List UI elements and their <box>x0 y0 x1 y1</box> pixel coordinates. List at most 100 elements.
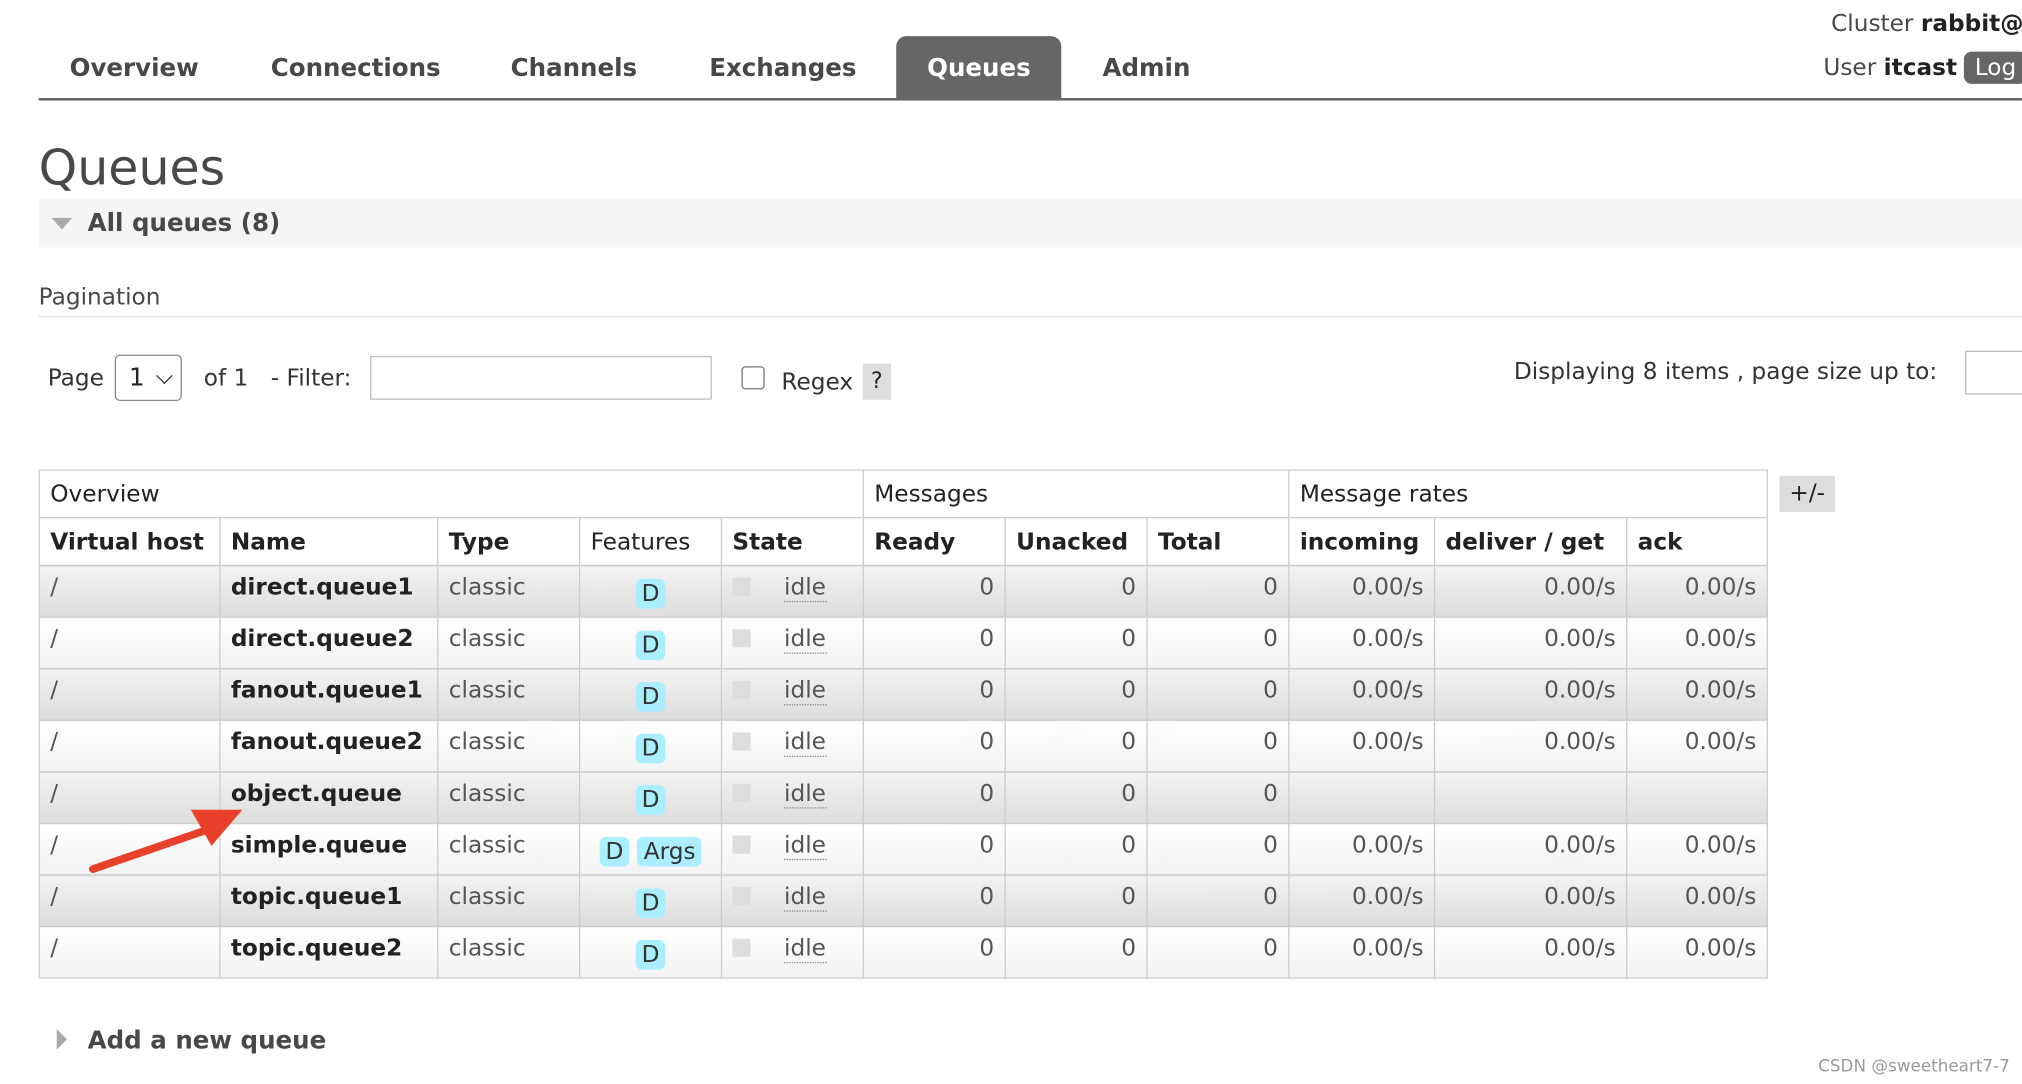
page-select[interactable]: 1 <box>114 354 182 402</box>
cell-ready: 0 <box>862 925 1006 979</box>
col-unacked[interactable]: Unacked <box>1004 517 1148 567</box>
cell-state: idle <box>720 925 864 979</box>
logout-button[interactable]: Log <box>1964 51 2022 84</box>
expand-triangle-icon <box>56 1029 68 1050</box>
cell-features: D <box>578 667 723 721</box>
col-ack[interactable]: ack <box>1626 517 1768 567</box>
cell-unacked: 0 <box>1004 822 1148 876</box>
state-text: idle <box>784 934 826 964</box>
cell-deliver-get: 0.00/s <box>1433 667 1628 721</box>
feature-badge-d: D <box>635 888 666 919</box>
cell-unacked: 0 <box>1004 667 1148 721</box>
red-arrow-annotation <box>88 809 243 873</box>
queues-table: Overview Messages Message rates Virtual … <box>38 469 1768 979</box>
cell-deliver-get: 0.00/s <box>1433 564 1628 618</box>
feature-badge-d: D <box>635 578 666 609</box>
tab-connections[interactable]: Connections <box>240 36 472 98</box>
cell-incoming: 0.00/s <box>1288 667 1436 721</box>
tab-channels[interactable]: Channels <box>480 36 668 98</box>
col-virtual-host[interactable]: Virtual host <box>38 517 221 567</box>
cell-deliver-get: 0.00/s <box>1433 719 1628 773</box>
cell-total: 0 <box>1146 564 1290 618</box>
cell-incoming: 0.00/s <box>1288 874 1436 928</box>
page-value: 1 <box>128 363 145 393</box>
state-text: idle <box>784 780 826 809</box>
cell-total: 0 <box>1146 667 1290 721</box>
cluster-info: Cluster rabbit@ <box>1831 10 2022 37</box>
col-ready[interactable]: Ready <box>862 517 1006 567</box>
tab-queues[interactable]: Queues <box>896 36 1062 99</box>
queue-name-link[interactable]: direct.queue1 <box>219 564 439 618</box>
filter-input[interactable] <box>370 355 712 400</box>
cell-unacked: 0 <box>1004 874 1148 928</box>
help-button[interactable]: ? <box>862 363 892 400</box>
regex-checkbox[interactable] <box>741 366 765 390</box>
queue-name-link[interactable]: direct.queue2 <box>219 616 439 670</box>
tab-exchanges[interactable]: Exchanges <box>678 36 887 98</box>
table-row: / direct.queue2 classic Didle 0 0 0 0.00/s 0.00/… <box>38 616 1768 670</box>
col-name[interactable]: Name <box>219 517 439 567</box>
cell-ack: 0.00/s <box>1626 667 1768 721</box>
cell-type: classic <box>437 616 581 670</box>
of-label: of 1 <box>203 364 249 393</box>
cell-features: D <box>578 771 723 824</box>
group-overview: Overview <box>38 469 864 519</box>
user-info: User itcast Log <box>1823 51 2022 84</box>
cell-ack: 0.00/s <box>1626 719 1768 773</box>
all-queues-toggle[interactable]: All queues (8) <box>38 198 2022 248</box>
page: Overview Connections Channels Exchanges … <box>0 0 2022 1083</box>
cell-type: classic <box>437 822 581 876</box>
chevron-down-icon <box>156 367 173 385</box>
cell-features: D <box>578 874 723 928</box>
state-indicator-icon <box>732 835 751 854</box>
cell-incoming: 0.00/s <box>1288 564 1436 618</box>
tab-admin[interactable]: Admin <box>1072 36 1222 98</box>
col-deliver-get[interactable]: deliver / get <box>1433 517 1628 567</box>
cell-type: classic <box>437 925 581 979</box>
section-title: All queues (8) <box>87 208 281 238</box>
cell-ready: 0 <box>862 616 1006 670</box>
feature-badge-d: D <box>599 836 630 867</box>
state-indicator-icon <box>732 784 751 803</box>
tab-overview[interactable]: Overview <box>39 36 230 98</box>
cell-ack: 0.00/s <box>1626 925 1768 979</box>
toggle-columns-button[interactable]: +/- <box>1779 475 1835 512</box>
state-text: idle <box>784 883 826 912</box>
main-nav: Overview Connections Channels Exchanges … <box>38 36 2022 101</box>
cell-unacked: 0 <box>1004 616 1148 670</box>
col-type[interactable]: Type <box>437 517 581 567</box>
cell-ready: 0 <box>862 822 1006 876</box>
feature-badge-d: D <box>635 733 666 764</box>
queue-name-link[interactable]: topic.queue2 <box>219 925 439 979</box>
cell-state: idle <box>720 616 864 670</box>
state-indicator-icon <box>732 577 751 596</box>
cell-unacked: 0 <box>1004 719 1148 773</box>
cell-vhost: / <box>38 719 221 773</box>
table-row: / topic.queue2 classic Didle 0 0 0 0.00/s 0.00/s… <box>38 925 1768 979</box>
state-indicator-icon <box>732 887 751 906</box>
page-label: Page <box>47 364 104 393</box>
page-size-input[interactable] <box>1965 350 2022 395</box>
col-state[interactable]: State <box>720 517 864 567</box>
state-text: idle <box>784 676 826 706</box>
col-incoming[interactable]: incoming <box>1288 517 1436 567</box>
queue-name-link[interactable]: fanout.queue2 <box>219 719 439 773</box>
cell-total: 0 <box>1146 925 1290 979</box>
cell-type: classic <box>437 667 581 721</box>
cell-ready: 0 <box>862 874 1006 928</box>
cell-features: D <box>578 616 723 670</box>
user-label: User <box>1823 54 1877 82</box>
cell-unacked: 0 <box>1004 925 1148 979</box>
cell-incoming: 0.00/s <box>1288 719 1436 773</box>
table-row: / fanout.queue1 classic Didle 0 0 0 0.00/s 0.00/… <box>38 667 1768 721</box>
cell-unacked: 0 <box>1004 771 1148 824</box>
cell-type: classic <box>437 874 581 928</box>
cluster-value: rabbit@ <box>1920 10 2022 38</box>
queue-name-link[interactable]: fanout.queue1 <box>219 667 439 721</box>
col-total[interactable]: Total <box>1146 517 1290 567</box>
cell-deliver-get: 0.00/s <box>1433 616 1628 670</box>
cell-deliver-get <box>1433 771 1628 824</box>
state-indicator-icon <box>732 732 751 751</box>
cell-state: idle <box>720 771 864 824</box>
cell-ack: 0.00/s <box>1626 564 1768 618</box>
